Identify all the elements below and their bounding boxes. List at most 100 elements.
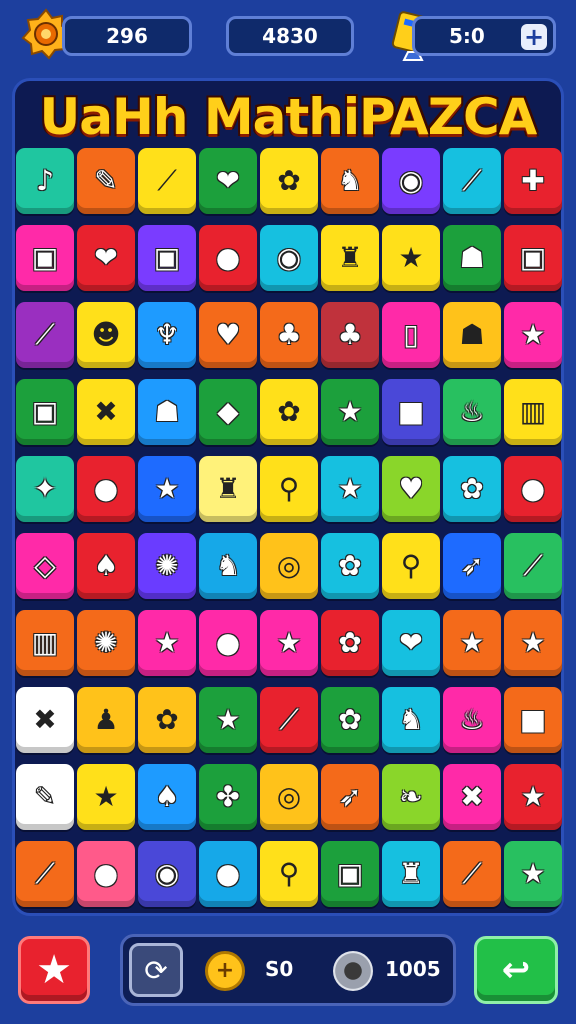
tile[interactable]: ♨ — [443, 687, 501, 753]
tile[interactable]: ● — [199, 225, 257, 291]
tile[interactable]: ⟋ — [443, 148, 501, 214]
tile[interactable]: ❤ — [77, 225, 135, 291]
tile[interactable]: ▥ — [16, 610, 74, 676]
tile[interactable]: ● — [504, 456, 562, 522]
tile[interactable]: ➶ — [443, 533, 501, 599]
top-bar: 296 4830 5:0 + — [0, 0, 576, 74]
tile[interactable]: ⟋ — [16, 841, 74, 907]
tile[interactable]: ♪ — [16, 148, 74, 214]
tile[interactable]: ★ — [504, 841, 562, 907]
tile[interactable]: ✿ — [321, 687, 379, 753]
tile[interactable]: ✿ — [260, 379, 318, 445]
tile[interactable]: ▥ — [504, 379, 562, 445]
tile[interactable]: ▣ — [321, 841, 379, 907]
tile[interactable]: ■ — [382, 379, 440, 445]
tile[interactable]: ⚲ — [260, 456, 318, 522]
tile[interactable]: ♞ — [382, 687, 440, 753]
tile[interactable]: ● — [199, 841, 257, 907]
tile[interactable]: ◉ — [260, 225, 318, 291]
tile[interactable]: ✺ — [138, 533, 196, 599]
favorite-button[interactable]: ★ — [18, 936, 90, 1004]
tile[interactable]: ◇ — [16, 533, 74, 599]
tile[interactable]: ♥ — [382, 456, 440, 522]
tile[interactable]: ☻ — [77, 302, 135, 368]
coin-icon[interactable]: + — [205, 951, 245, 991]
tile[interactable]: ⟋ — [16, 302, 74, 368]
tile[interactable]: ❤ — [382, 610, 440, 676]
tile[interactable]: ❧ — [382, 764, 440, 830]
tile[interactable]: ☗ — [443, 225, 501, 291]
tile[interactable]: ✿ — [260, 148, 318, 214]
tile-symbol-icon: ● — [215, 857, 241, 890]
tile[interactable]: ★ — [382, 225, 440, 291]
tile[interactable]: ➶ — [321, 764, 379, 830]
tile[interactable]: ■ — [504, 687, 562, 753]
tile[interactable]: ♠ — [138, 764, 196, 830]
tile[interactable]: ★ — [77, 764, 135, 830]
tile[interactable]: ☗ — [138, 379, 196, 445]
tile-symbol-icon: ▣ — [336, 857, 364, 890]
tile[interactable]: ✖ — [16, 687, 74, 753]
tile[interactable]: ▣ — [138, 225, 196, 291]
tile[interactable]: ◆ — [199, 379, 257, 445]
tile[interactable]: ♆ — [138, 302, 196, 368]
tile[interactable]: ⚲ — [260, 841, 318, 907]
tile[interactable]: ★ — [138, 610, 196, 676]
tile[interactable]: ♨ — [443, 379, 501, 445]
tile[interactable]: ● — [77, 456, 135, 522]
tile-symbol-icon: ◉ — [154, 857, 180, 890]
tile[interactable]: ★ — [321, 379, 379, 445]
tile[interactable]: ✦ — [16, 456, 74, 522]
tile[interactable]: ♥ — [199, 302, 257, 368]
undo-button[interactable]: ↩ — [474, 936, 558, 1004]
tile[interactable]: ★ — [504, 302, 562, 368]
tile[interactable]: ★ — [138, 456, 196, 522]
tile[interactable]: ▣ — [16, 379, 74, 445]
tile[interactable]: ⟋ — [504, 533, 562, 599]
tile[interactable]: ★ — [260, 610, 318, 676]
tile[interactable]: ◎ — [260, 764, 318, 830]
tile[interactable]: ✖ — [77, 379, 135, 445]
tile[interactable]: ● — [199, 610, 257, 676]
tile[interactable]: ☗ — [443, 302, 501, 368]
tile[interactable]: ♣ — [260, 302, 318, 368]
tile[interactable]: ⟋ — [138, 148, 196, 214]
tile[interactable]: ♞ — [321, 148, 379, 214]
tile[interactable]: ◎ — [260, 533, 318, 599]
tile[interactable]: ✿ — [321, 533, 379, 599]
add-tickets-button[interactable]: + — [521, 24, 547, 50]
tile[interactable]: ✿ — [138, 687, 196, 753]
tile[interactable]: ✎ — [77, 148, 135, 214]
tile[interactable]: ★ — [199, 687, 257, 753]
tile[interactable]: ❤ — [199, 148, 257, 214]
tile[interactable]: ▣ — [504, 225, 562, 291]
tile[interactable]: ⟋ — [443, 841, 501, 907]
tile[interactable]: ✿ — [443, 456, 501, 522]
tile[interactable]: ✚ — [504, 148, 562, 214]
tile[interactable]: ◉ — [382, 148, 440, 214]
tile[interactable]: ♟ — [77, 687, 135, 753]
tile[interactable]: ♞ — [199, 533, 257, 599]
tile[interactable]: ♠ — [77, 533, 135, 599]
tile-symbol-icon: ❤ — [94, 241, 118, 274]
tile[interactable]: ● — [77, 841, 135, 907]
tile[interactable]: ▣ — [16, 225, 74, 291]
tile[interactable]: ♜ — [382, 841, 440, 907]
tile[interactable]: ✎ — [16, 764, 74, 830]
tile[interactable]: ★ — [321, 456, 379, 522]
tile[interactable]: ♣ — [321, 302, 379, 368]
tile[interactable]: ★ — [443, 610, 501, 676]
shuffle-button[interactable]: ⟳ — [129, 943, 183, 997]
tile[interactable]: ⟋ — [260, 687, 318, 753]
tile[interactable]: ✺ — [77, 610, 135, 676]
tile[interactable]: ✖ — [443, 764, 501, 830]
tile[interactable]: ♜ — [199, 456, 257, 522]
tile[interactable]: ♜ — [321, 225, 379, 291]
tile[interactable]: ✤ — [199, 764, 257, 830]
tile[interactable]: ✿ — [321, 610, 379, 676]
tile[interactable]: ★ — [504, 610, 562, 676]
tile[interactable]: ▯ — [382, 302, 440, 368]
tile[interactable]: ◉ — [138, 841, 196, 907]
tile[interactable]: ⚲ — [382, 533, 440, 599]
tile[interactable]: ★ — [504, 764, 562, 830]
